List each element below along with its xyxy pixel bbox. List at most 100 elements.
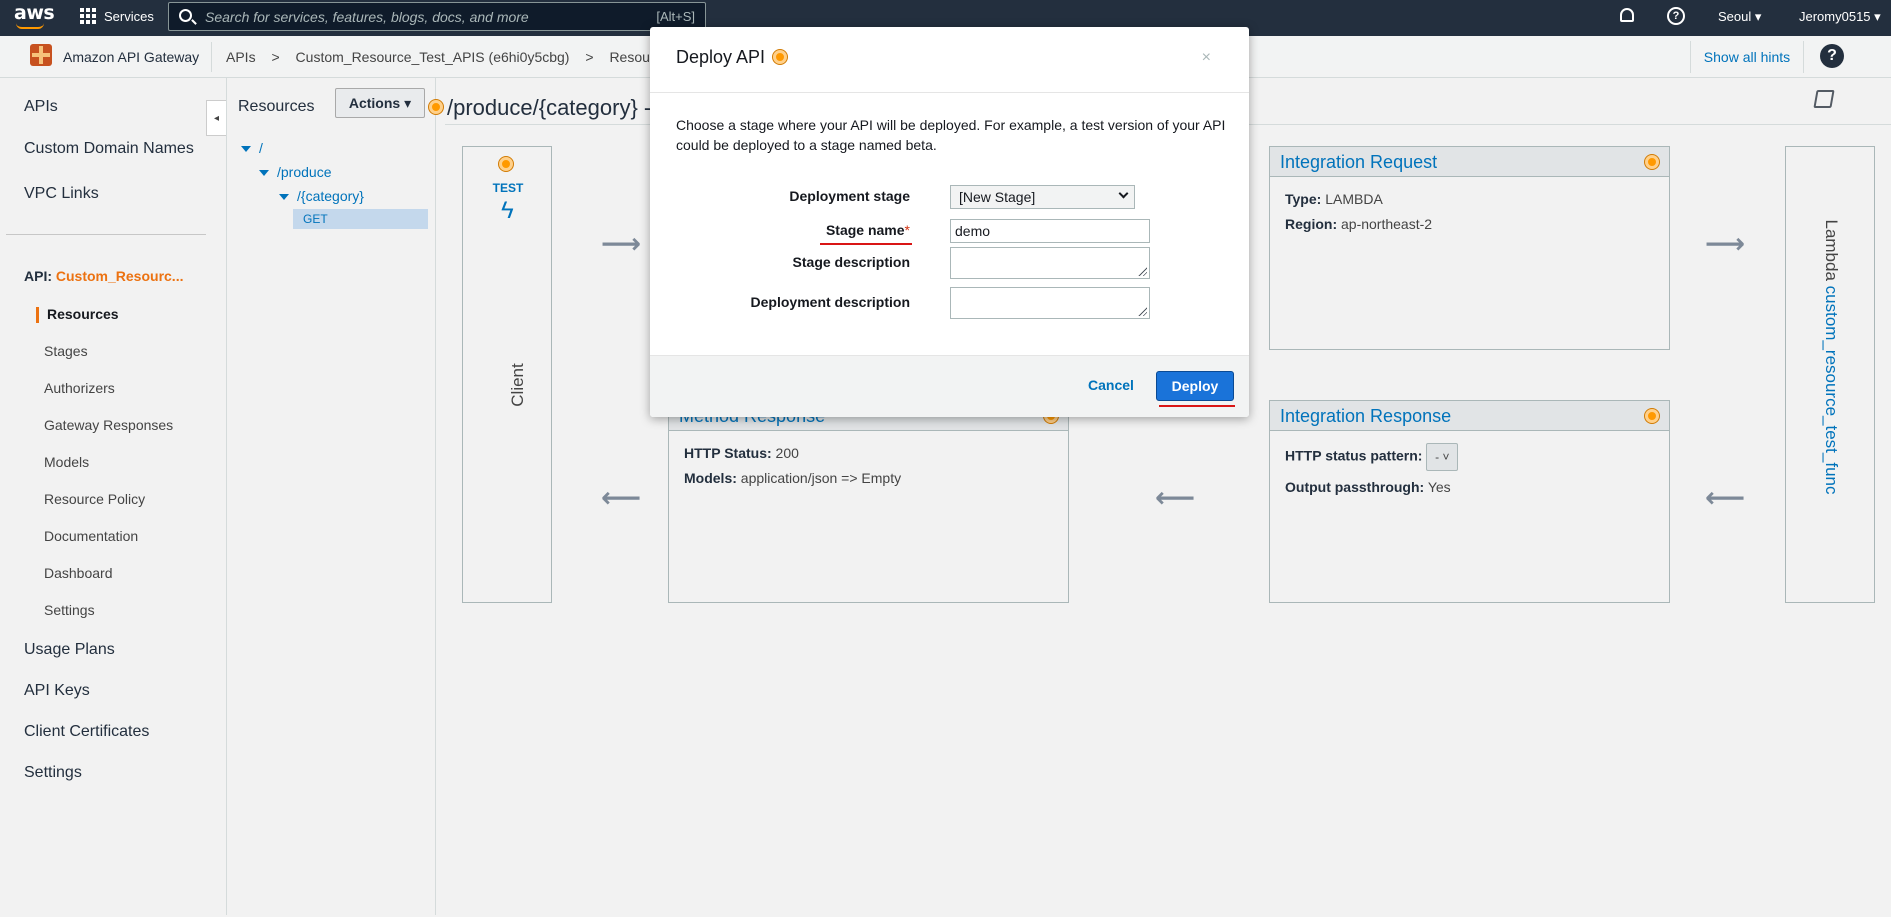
bell-icon[interactable] (1620, 8, 1634, 22)
help-circle-icon[interactable]: ? (1820, 44, 1844, 68)
integration-request-link[interactable]: Integration Request (1280, 152, 1437, 172)
resources-title: Resources (238, 98, 315, 115)
client-panel: TEST ϟ Client (462, 146, 552, 603)
sidebar-item-vpc-links[interactable]: VPC Links (24, 185, 99, 203)
deployment-description-row: Deployment description (650, 287, 1249, 319)
annotation-underline (820, 243, 912, 245)
http-status-label: HTTP Status: (684, 445, 772, 461)
sidebar-item-dashboard[interactable]: Dashboard (44, 565, 113, 581)
tree-label: /{category} (297, 188, 364, 204)
sidebar-item-stages[interactable]: Stages (44, 343, 88, 359)
hint-dot-icon[interactable] (1645, 155, 1659, 169)
search-placeholder: Search for services, features, blogs, do… (205, 9, 529, 25)
help-icon[interactable]: ? (1667, 7, 1685, 25)
lambda-function-link[interactable]: custom_resource_test_func (1822, 286, 1841, 495)
sidebar-item-api-settings[interactable]: Settings (44, 602, 95, 618)
status-pattern-label: HTTP status pattern: (1285, 447, 1423, 464)
breadcrumb-resources[interactable]: Resou (609, 49, 649, 65)
lambda-prefix: Lambda (1822, 219, 1841, 281)
hint-dot-icon[interactable] (499, 157, 513, 171)
tree-item-get-method[interactable]: GET (293, 209, 428, 229)
api-prefix: API: (24, 268, 52, 284)
region-label: Region: (1285, 216, 1338, 232)
grid-icon (80, 8, 96, 24)
tree-item-produce[interactable]: /produce (259, 164, 331, 180)
close-icon[interactable]: × (1202, 49, 1211, 67)
api-gateway-icon (30, 44, 52, 66)
account-menu[interactable]: Jeromy0515 ▾ (1799, 9, 1881, 25)
deployment-description-label: Deployment description (750, 294, 910, 310)
services-label: Services (104, 8, 154, 24)
type-value: LAMBDA (1325, 191, 1383, 207)
modal-header: Deploy API × (650, 27, 1249, 93)
search-icon (179, 9, 192, 22)
active-indicator (36, 307, 39, 323)
region-selector[interactable]: Seoul ▾ (1718, 9, 1761, 25)
sidebar-item-models[interactable]: Models (44, 454, 89, 470)
show-all-hints-link[interactable]: Show all hints (1690, 41, 1804, 73)
breadcrumb-apis[interactable]: APIs (226, 49, 256, 65)
tree-label: /produce (277, 164, 332, 180)
sidebar-api-name[interactable]: API: Custom_Resourc... (24, 268, 183, 284)
deploy-api-modal: Deploy API × Choose a stage where your A… (650, 27, 1249, 417)
method-response-panel: Method Response HTTP Status: 200 Models:… (668, 400, 1069, 603)
passthrough-value: Yes (1427, 479, 1451, 495)
sidebar-item-api-keys[interactable]: API Keys (24, 682, 90, 700)
stage-description-textarea[interactable] (950, 247, 1150, 279)
left-sidebar: APIs Custom Domain Names VPC Links API: … (0, 78, 206, 915)
aws-logo[interactable]: aws (14, 4, 55, 32)
expand-icon (241, 146, 251, 153)
expand-icon (279, 194, 289, 201)
sidebar-item-settings[interactable]: Settings (24, 764, 82, 782)
sidebar-item-resource-policy[interactable]: Resource Policy (44, 491, 145, 507)
deploy-button[interactable]: Deploy (1156, 371, 1234, 401)
cancel-button[interactable]: Cancel (1088, 377, 1134, 393)
actions-button[interactable]: Actions ▾ (335, 88, 425, 118)
expand-icon (259, 170, 269, 177)
search-input[interactable]: Search for services, features, blogs, do… (168, 2, 706, 31)
status-pattern-select[interactable]: - ˅ (1426, 443, 1459, 471)
sidebar-item-custom-domain-names[interactable]: Custom Domain Names (24, 140, 194, 158)
modal-title: Deploy API (676, 47, 766, 67)
lambda-panel: Lambda custom_resource_test_func (1785, 146, 1875, 603)
integration-response-panel: Integration Response HTTP status pattern… (1269, 400, 1670, 603)
deployment-stage-row: Deployment stage [New Stage] (650, 185, 1249, 209)
lightning-bolt-icon[interactable]: ϟ (501, 197, 514, 225)
deployment-stage-label: Deployment stage (789, 188, 910, 204)
stage-name-text: Stage name (825, 222, 905, 238)
sidebar-item-client-certificates[interactable]: Client Certificates (24, 723, 149, 741)
hint-dot-icon[interactable] (429, 100, 443, 114)
test-link[interactable]: TEST (463, 181, 553, 195)
sidebar-item-usage-plans[interactable]: Usage Plans (24, 641, 115, 659)
stage-description-label: Stage description (792, 254, 910, 270)
sidebar-item-gateway-responses[interactable]: Gateway Responses (44, 417, 173, 433)
hint-dot-icon[interactable] (773, 50, 787, 64)
services-menu[interactable]: Services (80, 8, 154, 24)
integration-request-panel: Integration Request Type: LAMBDA Region:… (1269, 146, 1670, 350)
sidebar-item-documentation[interactable]: Documentation (44, 528, 138, 544)
api-name: Custom_Resourc... (55, 268, 184, 284)
breadcrumb-api[interactable]: Custom_Resource_Test_APIS (e6hi0y5cbg) (296, 49, 570, 65)
annotation-underline (1159, 405, 1235, 407)
tree-item-root[interactable]: / (241, 140, 263, 156)
stage-name-label: Stage name* (826, 222, 910, 238)
deployment-description-textarea[interactable] (950, 287, 1150, 319)
search-shortcut: [Alt+S] (656, 9, 695, 24)
aws-smile-icon (16, 23, 44, 29)
collapse-sidebar-button[interactable]: ◂ (206, 100, 226, 136)
product-name[interactable]: Amazon API Gateway (63, 49, 199, 65)
arrow-right-icon: ⟶ (1705, 228, 1746, 259)
sidebar-item-resources[interactable]: Resources (47, 306, 119, 322)
integration-response-link[interactable]: Integration Response (1280, 406, 1451, 426)
modal-footer: Cancel Deploy (650, 355, 1249, 417)
sidebar-item-authorizers[interactable]: Authorizers (44, 380, 115, 396)
deployment-stage-select[interactable]: [New Stage] (950, 185, 1135, 209)
book-icon[interactable] (1813, 90, 1835, 108)
tree-item-category[interactable]: /{category} (279, 188, 364, 204)
stage-name-input[interactable]: demo (950, 219, 1150, 243)
models-value: application/json => Empty (740, 470, 902, 486)
lambda-label: Lambda custom_resource_test_func (1821, 202, 1841, 512)
sidebar-item-apis[interactable]: APIs (24, 98, 58, 116)
hint-dot-icon[interactable] (1645, 409, 1659, 423)
resources-panel: Resources Actions ▾ / /produce /{categor… (226, 78, 436, 915)
